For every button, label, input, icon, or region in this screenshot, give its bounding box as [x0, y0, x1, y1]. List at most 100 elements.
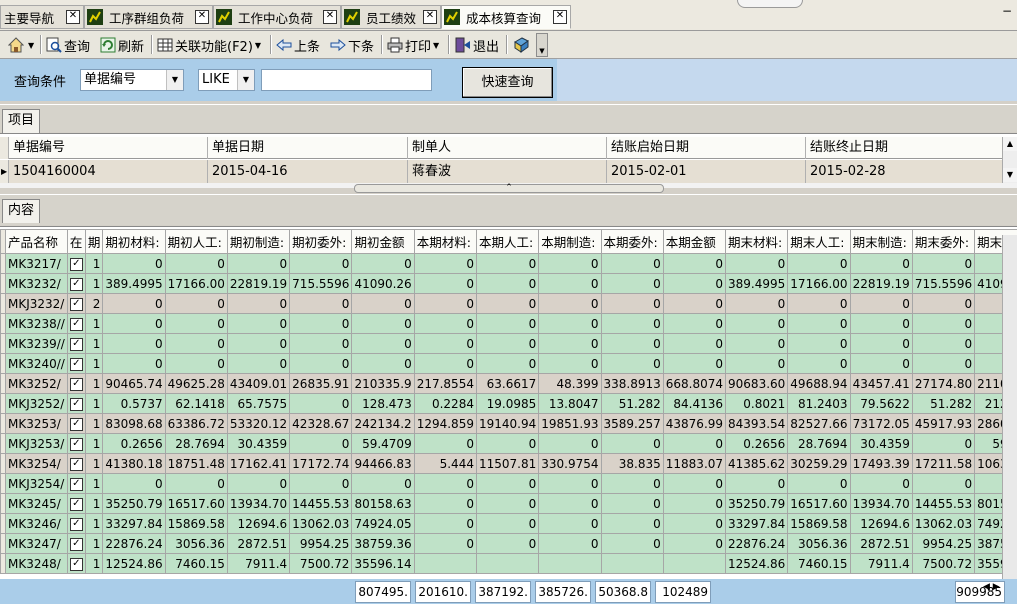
checkbox-checked-icon[interactable]: ✓ [69, 557, 83, 571]
table-cell[interactable]: 0 [475, 333, 540, 354]
table-row[interactable]: MKJ3232/✓2000000000000000 [0, 293, 1017, 314]
table-row[interactable]: MK3253/✓ 1 83098.68 63386.72 53320.12 42328.6… [0, 413, 1017, 434]
table-row[interactable]: MK3246/✓ 1 33297.84 15869.58 12694.6 13062.03… [0, 513, 1017, 534]
table-cell[interactable]: 1 [84, 453, 104, 474]
table-cell[interactable]: 1 [84, 473, 104, 494]
table-cell[interactable]: 0 [725, 473, 789, 494]
table-cell[interactable]: 0 [475, 433, 540, 454]
table-cell[interactable]: 80158.63 [351, 493, 415, 514]
table-cell[interactable]: 1294.859 [413, 413, 477, 434]
active-checkbox[interactable]: ✓ [66, 513, 86, 534]
table-cell[interactable]: 1 [84, 393, 104, 414]
tab-items[interactable]: 项目 [2, 109, 41, 133]
table-cell[interactable]: 0 [725, 253, 789, 274]
table-cell[interactable]: 0 [413, 253, 477, 274]
table-cell[interactable]: 33297.84 [102, 513, 166, 534]
checkbox-checked-icon[interactable]: ✓ [69, 517, 83, 531]
scroll-down-icon[interactable]: ▼ [1003, 168, 1017, 182]
active-checkbox[interactable]: ✓ [66, 553, 86, 574]
column-header[interactable]: 期末材料: [725, 229, 789, 254]
table-cell[interactable]: 0 [911, 353, 976, 374]
checkbox-checked-icon[interactable]: ✓ [69, 357, 83, 371]
table-cell[interactable]: 0 [600, 293, 664, 314]
table-cell[interactable]: 41090.26 [351, 273, 415, 294]
table-cell[interactable]: 0 [662, 253, 727, 274]
table-cell[interactable]: 0 [787, 353, 851, 374]
table-cell[interactable]: 33297.84 [725, 513, 789, 534]
table-cell[interactable]: 0 [226, 333, 291, 354]
query-field-select[interactable]: 单据编号 ▼ [80, 69, 184, 91]
table-cell[interactable]: 2015-02-28 [805, 160, 1002, 183]
table-cell[interactable]: 1 [84, 373, 104, 394]
column-header[interactable]: 本期金额 [662, 229, 727, 254]
table-cell[interactable]: 48.399 [538, 373, 602, 394]
table-cell[interactable]: 0 [102, 333, 166, 354]
scroll-arrows[interactable]: ◀ ▶ [983, 582, 1017, 602]
table-cell[interactable]: 330.9754 [538, 453, 602, 474]
table-cell[interactable]: 0 [600, 273, 664, 294]
table-cell[interactable]: 0 [102, 313, 166, 334]
table-cell[interactable]: 0 [600, 493, 664, 514]
table-cell[interactable]: 62.1418 [164, 393, 228, 414]
table-row[interactable]: MKJ3254/✓ 1 0 0 0 0 0 0 0 0 0 0 0 0 0 0 [0, 473, 1017, 494]
table-cell[interactable]: 0 [351, 253, 415, 274]
product-name-cell[interactable]: MK3239// [5, 333, 68, 354]
table-cell[interactable]: 49688.94 [787, 373, 851, 394]
table-cell[interactable] [413, 553, 477, 574]
table-cell[interactable]: 128.473 [351, 393, 415, 414]
table-cell[interactable]: 35250.79 [102, 493, 166, 514]
table-cell[interactable]: 0 [475, 513, 540, 534]
table-cell[interactable]: 9954.25 [289, 533, 353, 554]
table-cell[interactable]: 1 [84, 513, 104, 534]
table-cell[interactable]: 30.4359 [849, 433, 913, 454]
table-cell[interactable]: 0 [289, 293, 353, 314]
table-cell[interactable]: 0 [538, 473, 602, 494]
table-cell[interactable]: 90465.74 [102, 373, 166, 394]
table-cell[interactable]: 0 [164, 333, 228, 354]
table-cell[interactable]: 0 [787, 253, 851, 274]
product-name-cell[interactable]: MKJ3252/ [5, 393, 68, 414]
table-cell[interactable]: 17162.41 [226, 453, 291, 474]
table-cell[interactable]: 41380.18 [102, 453, 166, 474]
table-row[interactable]: MK3252/✓ 1 90465.74 49625.28 43409.01 26835.9… [0, 373, 1017, 394]
table-cell[interactable]: 0 [600, 333, 664, 354]
product-name-cell[interactable]: MK3238// [5, 313, 68, 334]
checkbox-checked-icon[interactable]: ✓ [69, 417, 83, 431]
tab-cost-accounting-query[interactable]: 成本核算查询 ✕ [441, 5, 571, 29]
table-cell[interactable]: 2 [84, 293, 104, 314]
table-cell[interactable]: 19140.94 [475, 413, 540, 434]
table-row[interactable]: MKJ3252/✓ 1 0.5737 62.1418 65.7575 0 128.473 0.… [0, 393, 1017, 414]
table-cell[interactable]: 0 [662, 433, 727, 454]
table-cell[interactable]: 12694.6 [226, 513, 291, 534]
table-cell[interactable]: 0 [475, 273, 540, 294]
table-cell[interactable]: 0 [164, 313, 228, 334]
table-cell[interactable]: 0 [413, 293, 477, 314]
table-cell[interactable]: 74924.05 [351, 513, 415, 534]
content-vertical-scrollbar[interactable] [1002, 235, 1017, 580]
table-cell[interactable]: 0.8021 [725, 393, 789, 414]
table-cell[interactable]: 17166.00 [164, 273, 228, 294]
table-cell[interactable]: 2015-04-16 [207, 160, 407, 183]
product-name-cell[interactable]: MK3248/ [5, 553, 68, 574]
column-header[interactable]: 期初金额 [351, 229, 415, 254]
table-cell[interactable]: 0 [911, 433, 976, 454]
table-cell[interactable]: 0 [849, 313, 913, 334]
table-cell[interactable]: 82527.66 [787, 413, 851, 434]
active-checkbox[interactable]: ✓ [66, 493, 86, 514]
table-cell[interactable]: 0 [475, 353, 540, 374]
table-row[interactable]: MK3245/✓ 1 35250.79 16517.60 13934.70 14455.5… [0, 493, 1017, 514]
table-cell[interactable]: 28.7694 [164, 433, 228, 454]
table-cell[interactable]: 17493.39 [849, 453, 913, 474]
table-cell[interactable]: 22876.24 [102, 533, 166, 554]
close-icon[interactable]: ✕ [195, 10, 209, 24]
product-name-cell[interactable]: MK3253/ [5, 413, 68, 434]
table-cell[interactable]: 9954.25 [911, 533, 976, 554]
table-cell[interactable]: 0 [102, 353, 166, 374]
home-button[interactable]: ▼ [7, 34, 34, 56]
active-checkbox[interactable]: ✓ [66, 353, 86, 374]
table-cell[interactable]: 7460.15 [164, 553, 228, 574]
table-cell[interactable]: 0 [475, 473, 540, 494]
product-name-cell[interactable]: MK3240// [5, 353, 68, 374]
table-cell[interactable]: 13062.03 [289, 513, 353, 534]
panel-splitter[interactable]: ⌃ [354, 184, 664, 193]
